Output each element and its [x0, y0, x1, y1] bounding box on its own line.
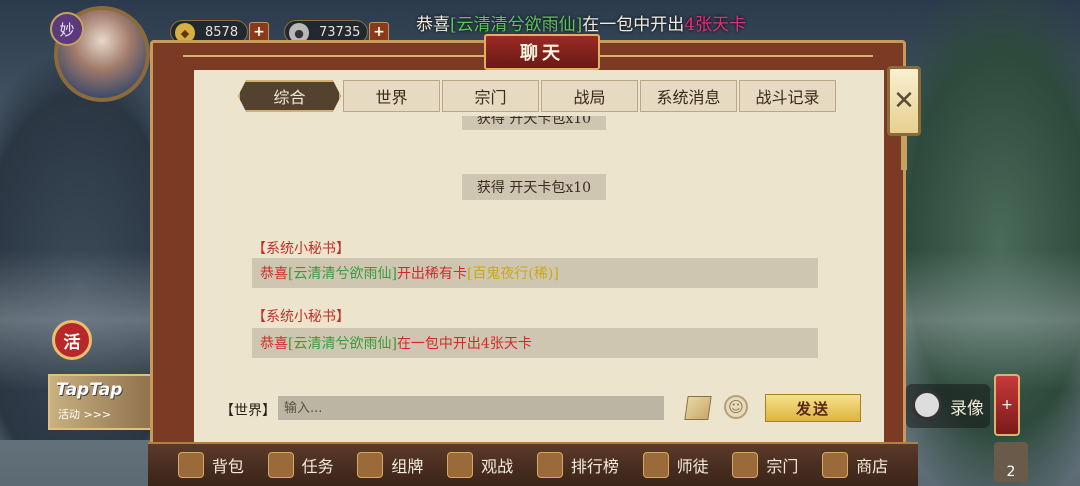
ticker-highlight: 4张天卡 — [684, 15, 747, 35]
tab-general[interactable]: 综合 — [238, 80, 341, 112]
chat-tabs: 综合 世界 宗门 战局 系统消息 战斗记录 — [238, 80, 838, 114]
channel-selector[interactable]: 【世界】 — [220, 400, 276, 420]
ticker-middle: 在一包中开出 — [582, 15, 685, 35]
ticker-prefix: 恭喜 — [416, 15, 450, 35]
system-card-reward: 获得 开天卡包x10 — [462, 174, 606, 200]
message-player-name[interactable]: [云清清兮欲雨仙] — [288, 263, 397, 283]
scroll-icon[interactable]: + — [994, 374, 1020, 436]
nav-deck-label: 组牌 — [391, 457, 424, 476]
nav-sect-label: 宗门 — [766, 457, 799, 476]
nav-bag-label: 背包 — [211, 457, 244, 476]
spectate-icon — [447, 452, 474, 478]
cards-icon — [357, 452, 384, 478]
message-text: 在一包中开出4张天卡 — [396, 336, 532, 352]
nav-spectate[interactable]: 观战 — [447, 452, 513, 478]
nav-mentor[interactable]: 师徒 — [642, 452, 709, 478]
book-icon[interactable] — [684, 396, 712, 420]
bag-icon — [177, 452, 204, 478]
message-player-name[interactable]: [云清清兮欲雨仙] — [288, 333, 397, 353]
replay-button[interactable]: 录像 — [906, 384, 990, 428]
tab-world[interactable]: 世界 — [342, 80, 440, 112]
system-card-partial: 获得 开天卡包x10 — [462, 116, 606, 130]
add-coin-button[interactable]: + — [369, 22, 389, 42]
message-rare-card: 恭喜 [云清清兮欲雨仙] 开出稀有卡 [百鬼夜行(稀)] — [252, 258, 818, 288]
bottom-nav: 背包 任务 组牌 观战 排行榜 师徒 宗门 商店 — [148, 442, 918, 486]
add-ingot-button[interactable]: + — [249, 22, 269, 42]
message-heaven-cards: 恭喜 [云清清兮欲雨仙] 在一包中开出4张天卡 — [252, 328, 818, 358]
ticker-player-name: [云清清兮欲雨仙] — [450, 15, 583, 35]
taptap-sub: 活动 >>> — [58, 408, 112, 421]
avatar-badge: 妙 — [50, 12, 84, 46]
tab-system-messages[interactable]: 系统消息 — [639, 80, 737, 112]
nav-deck[interactable]: 组牌 — [357, 452, 423, 478]
message-sender: 【系统小秘书】 — [252, 241, 350, 257]
replay-label: 录像 — [950, 398, 984, 419]
mentor-icon — [642, 452, 669, 478]
resource-coin-value: 73735 — [319, 24, 361, 40]
nav-tasks-label: 任务 — [301, 457, 334, 476]
shop-icon — [822, 452, 849, 478]
nav-spectate-label: 观战 — [481, 457, 514, 476]
nav-sect[interactable]: 宗门 — [732, 452, 798, 478]
tab-sect[interactable]: 宗门 — [441, 80, 539, 112]
nav-shop-label: 商店 — [856, 457, 889, 476]
message-text: 开出稀有卡 — [396, 266, 467, 282]
chat-input-row: 【世界】 ☺ 发送 — [194, 390, 884, 426]
chat-input[interactable] — [278, 396, 664, 420]
activity-button[interactable]: 活 — [52, 320, 92, 360]
chat-message-list[interactable]: 获得 开天卡包x10 获得 开天卡包x10 【系统小秘书】 恭喜 [云清清兮欲雨仙… — [194, 116, 884, 382]
taptap-logo: TapTap — [56, 380, 123, 400]
nav-shop[interactable]: 商店 — [822, 452, 888, 478]
nav-leaderboard[interactable]: 排行榜 — [536, 452, 619, 478]
tab-battle-room[interactable]: 战局 — [540, 80, 638, 112]
message-sender: 【系统小秘书】 — [252, 309, 350, 325]
nav-leaderboard-label: 排行榜 — [570, 457, 619, 476]
message-text: 恭喜 — [260, 336, 288, 352]
nav-bag[interactable]: 背包 — [177, 452, 244, 478]
lantern-tassel — [901, 136, 907, 170]
broadcast-ticker: 恭喜[云清清兮欲雨仙]在一包中开出4张天卡 — [416, 10, 746, 35]
nav-mentor-label: 师徒 — [676, 457, 709, 476]
emoji-icon[interactable]: ☺ — [724, 395, 748, 419]
nav-tasks[interactable]: 任务 — [267, 452, 334, 478]
send-button[interactable]: 发送 — [765, 394, 861, 422]
task-scroll-icon — [267, 452, 294, 478]
message-text: 恭喜 — [260, 266, 288, 282]
sect-icon — [732, 452, 759, 478]
message-card-name[interactable]: [百鬼夜行(稀)] — [467, 263, 559, 283]
bag-count-badge[interactable]: 2 — [994, 442, 1028, 482]
trophy-icon — [536, 452, 563, 478]
film-reel-icon — [912, 390, 942, 420]
resource-ingot-value: 8578 — [205, 24, 239, 40]
tab-battle-log[interactable]: 战斗记录 — [738, 80, 836, 112]
chat-title: 聊天 — [484, 34, 600, 70]
close-icon[interactable]: ✕ — [887, 66, 921, 136]
